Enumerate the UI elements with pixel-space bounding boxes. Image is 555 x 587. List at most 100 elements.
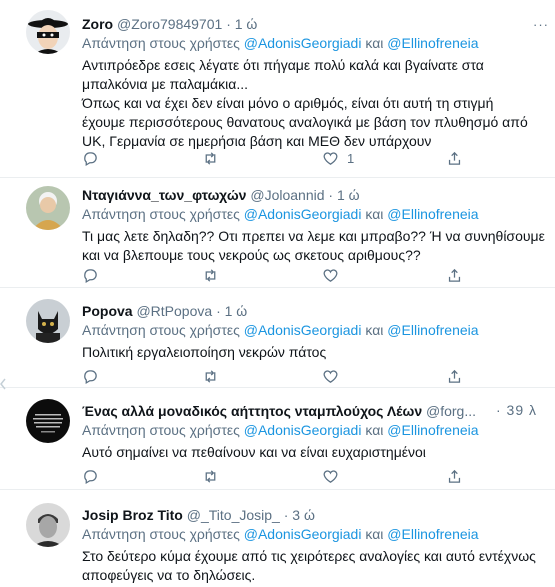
- user-handle[interactable]: @Zoro79849701: [117, 16, 222, 32]
- tweet[interactable]: Popova @RtPopova · 1 ώ Απάντηση στους χρ…: [0, 288, 555, 388]
- retweet-icon: [205, 369, 216, 383]
- heart-icon: [323, 268, 338, 282]
- and-label: και: [365, 206, 384, 222]
- mention-link[interactable]: @Ellinofreneia: [387, 422, 478, 438]
- reply-icon: [84, 369, 97, 384]
- avatar[interactable]: [26, 399, 70, 443]
- tweet-timestamp[interactable]: 1 ώ: [235, 16, 258, 32]
- display-name[interactable]: Zoro: [82, 16, 113, 32]
- heart-icon: [323, 151, 338, 165]
- retweet-button[interactable]: [202, 466, 219, 486]
- share-button[interactable]: [446, 466, 463, 486]
- share-button[interactable]: [446, 148, 463, 168]
- display-name[interactable]: Popova: [82, 303, 133, 319]
- user-handle[interactable]: @RtPopova: [136, 303, 212, 319]
- separator-dot: ·: [216, 303, 221, 319]
- separator-dot: ·: [495, 402, 502, 418]
- avatar[interactable]: [26, 299, 70, 343]
- chevron-left-icon: [0, 378, 6, 390]
- reply-icon: [84, 268, 97, 283]
- like-button[interactable]: [322, 366, 339, 386]
- tweet-actions: 1: [82, 148, 502, 168]
- tweet-actions: [82, 265, 502, 285]
- avatar[interactable]: [26, 503, 70, 547]
- replying-to-label: Απάντηση στους χρήστες: [82, 322, 240, 338]
- like-button[interactable]: [322, 265, 339, 285]
- tweet-actions: [82, 366, 502, 386]
- reply-button[interactable]: [82, 466, 99, 486]
- avatar[interactable]: [26, 10, 70, 54]
- share-icon: [448, 369, 461, 383]
- heart-icon: [323, 469, 338, 483]
- tweet-text: Στο δεύτερο κύμα έχουμε από τις χειρότερ…: [82, 548, 536, 583]
- separator-dot: ·: [328, 187, 334, 203]
- tweet-text: Αντιπρόεδρε εσεις λέγατε ότι πήγαμε πολύ…: [82, 57, 528, 149]
- mention-link[interactable]: @AdonisGeorgiadi: [244, 206, 362, 222]
- share-icon: [448, 469, 461, 483]
- tweet-timeline: Zoro @Zoro79849701 · 1 ώ ··· Απάντηση στ…: [0, 0, 555, 587]
- reply-button[interactable]: [82, 148, 99, 168]
- reply-icon: [84, 151, 97, 166]
- separator-dot: ·: [283, 507, 289, 523]
- replying-to: Απάντηση στους χρήστες @AdonisGeorgiadi …: [82, 525, 549, 544]
- retweet-button[interactable]: [202, 265, 219, 285]
- display-name[interactable]: Νταγιάννα_των_φτωχών: [82, 187, 246, 203]
- mention-link[interactable]: @Ellinofreneia: [387, 526, 478, 542]
- reply-icon: [84, 469, 97, 484]
- tweet-actions: [82, 466, 502, 486]
- tweet-timestamp[interactable]: 1 ώ: [225, 303, 248, 319]
- mention-link[interactable]: @AdonisGeorgiadi: [244, 322, 362, 338]
- replying-to: Απάντηση στους χρήστες @AdonisGeorgiadi …: [82, 205, 549, 224]
- tweet-header: Νταγιάννα_των_φτωχών @Joloannid · 1 ώ: [82, 186, 549, 205]
- replying-to-label: Απάντηση στους χρήστες: [82, 526, 240, 542]
- tweet-text: Τι μας λετε δηλαδη?? Οτι πρεπει να λεμε …: [82, 228, 545, 263]
- reply-button[interactable]: [82, 265, 99, 285]
- tweet-header: Zoro @Zoro79849701 · 1 ώ: [82, 15, 549, 34]
- and-label: και: [365, 422, 384, 438]
- tweet-timestamp[interactable]: 39 λ: [507, 402, 537, 418]
- share-button[interactable]: [446, 366, 463, 386]
- mention-link[interactable]: @AdonisGeorgiadi: [244, 526, 362, 542]
- tweet[interactable]: Josip Broz Tito @_Tito_Josip_ · 3 ώ Απάν…: [0, 490, 555, 587]
- tweet-header: Popova @RtPopova · 1 ώ: [82, 302, 549, 321]
- tweet-timestamp[interactable]: 3 ώ: [292, 507, 315, 523]
- like-button[interactable]: [322, 466, 339, 486]
- tweet[interactable]: Ένας αλλά μοναδικός αήττητος νταμπλούχος…: [0, 388, 555, 490]
- retweet-icon: [205, 268, 216, 282]
- tweet[interactable]: Zoro @Zoro79849701 · 1 ώ ··· Απάντηση στ…: [0, 0, 555, 178]
- mention-link[interactable]: @Ellinofreneia: [387, 35, 478, 51]
- tweet-text: Πολιτική εργαλειοποίηση νεκρών πάτος: [82, 344, 327, 360]
- mention-link[interactable]: @AdonisGeorgiadi: [244, 35, 362, 51]
- reply-button[interactable]: [82, 366, 99, 386]
- like-button[interactable]: 1: [322, 148, 354, 168]
- replying-to: Απάντηση στους χρήστες @AdonisGeorgiadi …: [82, 34, 549, 53]
- retweet-button[interactable]: [202, 148, 219, 168]
- mention-link[interactable]: @AdonisGeorgiadi: [244, 422, 362, 438]
- retweet-button[interactable]: [202, 366, 219, 386]
- user-handle[interactable]: @forg...: [426, 403, 476, 419]
- retweet-icon: [205, 151, 216, 165]
- display-name[interactable]: Ένας αλλά μοναδικός αήττητος νταμπλούχος…: [82, 403, 422, 419]
- user-handle[interactable]: @_Tito_Josip_: [187, 507, 280, 523]
- share-icon: [448, 268, 461, 282]
- mention-link[interactable]: @Ellinofreneia: [387, 206, 478, 222]
- tweet-header: Josip Broz Tito @_Tito_Josip_ · 3 ώ: [82, 506, 549, 525]
- display-name[interactable]: Josip Broz Tito: [82, 507, 183, 523]
- share-button[interactable]: [446, 265, 463, 285]
- separator-dot: ·: [226, 16, 231, 32]
- avatar[interactable]: [26, 186, 70, 230]
- tweet-timestamp[interactable]: 1 ώ: [337, 187, 360, 203]
- replying-to-label: Απάντηση στους χρήστες: [82, 422, 240, 438]
- replying-to-label: Απάντηση στους χρήστες: [82, 35, 240, 51]
- replying-to-label: Απάντηση στους χρήστες: [82, 206, 240, 222]
- and-label: και: [365, 322, 384, 338]
- tweet-meta: · 39 λ: [496, 402, 537, 418]
- mention-link[interactable]: @Ellinofreneia: [387, 322, 478, 338]
- replying-to: Απάντηση στους χρήστες @AdonisGeorgiadi …: [82, 321, 549, 340]
- user-handle[interactable]: @Joloannid: [250, 187, 324, 203]
- more-options-icon[interactable]: ···: [533, 17, 549, 32]
- replying-to: Απάντηση στους χρήστες @AdonisGeorgiadi …: [82, 421, 549, 440]
- tweet[interactable]: Νταγιάννα_των_φτωχών @Joloannid · 1 ώ Απ…: [0, 178, 555, 288]
- share-icon: [448, 151, 461, 165]
- and-label: και: [365, 35, 384, 51]
